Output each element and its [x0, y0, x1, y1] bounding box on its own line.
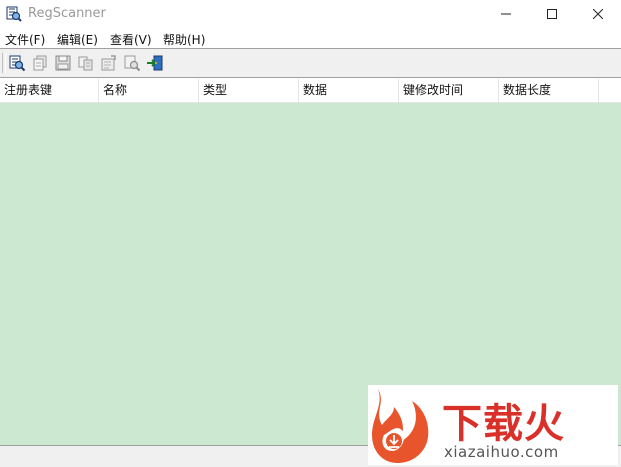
toolbar-divider — [0, 77, 621, 78]
list-header: 注册表键 名称 类型 数据 键修改时间 数据长度 — [0, 79, 621, 103]
properties-icon — [101, 55, 116, 71]
minimize-icon — [501, 13, 511, 15]
copy-items-button[interactable] — [77, 54, 95, 72]
watermark-url: xiazaihuo.com — [444, 443, 559, 461]
minimize-button[interactable] — [483, 0, 529, 28]
watermark-brand: 下载火 — [442, 401, 565, 447]
column-registry-key[interactable]: 注册表键 — [0, 79, 99, 102]
exit-icon — [147, 55, 163, 71]
menu-file[interactable]: 文件(F) — [5, 31, 45, 48]
save-icon — [55, 55, 71, 71]
save-button[interactable] — [54, 54, 72, 72]
column-data[interactable]: 数据 — [299, 79, 399, 102]
column-key-modified-time[interactable]: 键修改时间 — [399, 79, 499, 102]
properties-button[interactable] — [100, 54, 118, 72]
exit-button[interactable] — [146, 54, 164, 72]
toolbar — [0, 49, 621, 77]
close-button[interactable] — [575, 0, 621, 28]
copy-items-icon — [78, 56, 93, 71]
maximize-icon — [547, 9, 557, 19]
menu-view[interactable]: 查看(V) — [110, 31, 152, 48]
copy-button[interactable] — [31, 54, 49, 72]
app-icon — [6, 6, 22, 22]
column-type[interactable]: 类型 — [199, 79, 299, 102]
new-scan-icon — [9, 55, 26, 72]
copy-icon — [33, 55, 47, 71]
close-icon — [593, 9, 603, 19]
new-scan-button[interactable] — [8, 54, 26, 72]
watermark: 下载火 xiazaihuo.com — [368, 385, 618, 465]
menu-help[interactable]: 帮助(H) — [163, 31, 205, 48]
maximize-button[interactable] — [529, 0, 575, 28]
title-bar: RegScanner — [0, 0, 621, 28]
toolbar-grip — [2, 53, 6, 73]
menu-bar: 文件(F) 编辑(E) 查看(V) 帮助(H) — [0, 28, 621, 48]
find-icon — [124, 55, 141, 72]
column-name[interactable]: 名称 — [99, 79, 199, 102]
menu-edit[interactable]: 编辑(E) — [57, 31, 98, 48]
flame-logo-icon — [372, 389, 429, 463]
find-button[interactable] — [123, 54, 141, 72]
column-data-length[interactable]: 数据长度 — [499, 79, 599, 102]
window-title: RegScanner — [28, 6, 106, 21]
